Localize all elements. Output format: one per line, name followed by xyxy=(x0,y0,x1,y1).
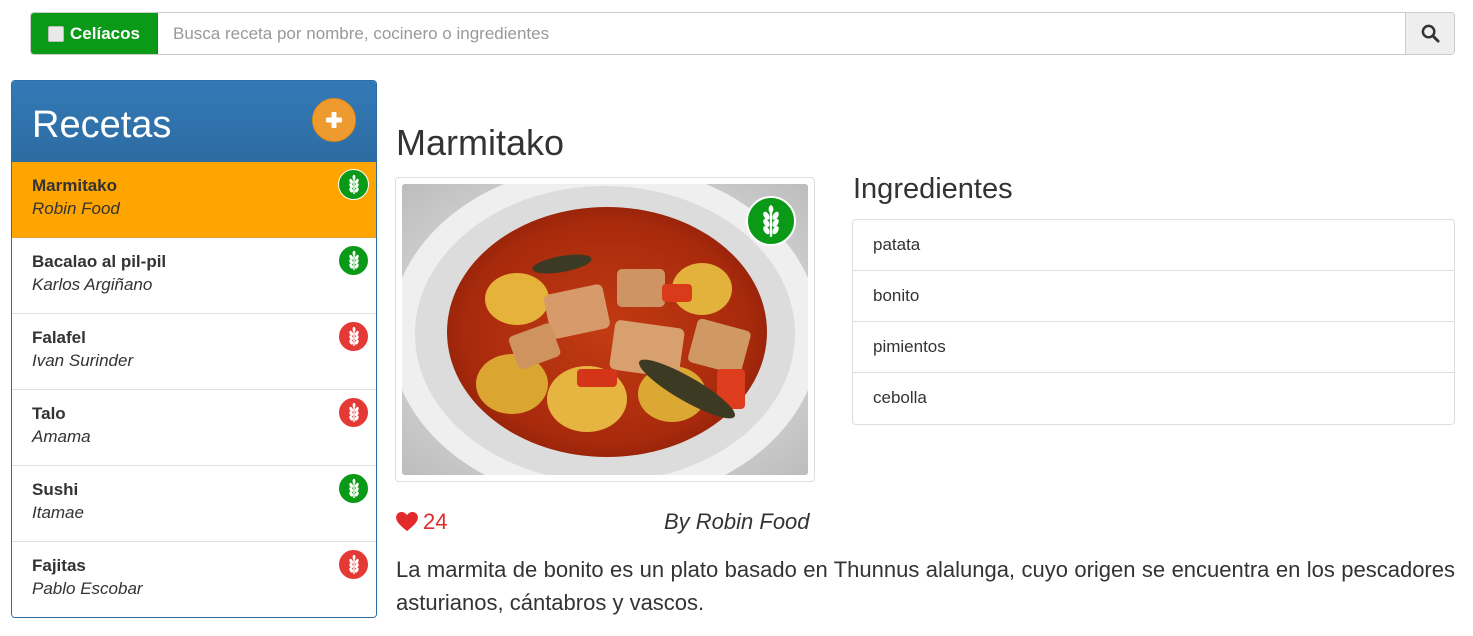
wheat-icon xyxy=(348,478,359,499)
ingredient-item: pimientos xyxy=(853,322,1454,373)
recipe-item-2[interactable]: Falafel Ivan Surinder xyxy=(12,314,376,390)
recipe-item-author: Robin Food xyxy=(32,199,120,218)
celiac-filter-label: Celíacos xyxy=(70,23,140,43)
wheat-icon xyxy=(763,205,779,237)
recipe-item-5[interactable]: Fajitas Pablo Escobar xyxy=(12,542,376,617)
recipe-item-name: Falafel xyxy=(32,328,86,347)
recipe-item-0[interactable]: Marmitako Robin Food xyxy=(12,162,376,238)
search-bar: Celíacos xyxy=(30,12,1455,55)
recipe-item-author: Ivan Surinder xyxy=(32,351,134,370)
gluten-free-badge xyxy=(338,473,369,504)
wheat-icon xyxy=(348,250,359,271)
plus-icon xyxy=(326,112,342,128)
contains-gluten-badge xyxy=(338,549,369,580)
celiac-filter-toggle[interactable]: Celíacos xyxy=(31,13,158,54)
recipe-item-author: Itamae xyxy=(32,503,84,522)
like-button[interactable]: 24 xyxy=(396,509,447,535)
recipe-description: La marmita de bonito es un plato basado … xyxy=(396,557,1455,615)
wheat-icon xyxy=(348,402,359,423)
wheat-icon xyxy=(348,326,359,347)
search-icon xyxy=(1421,24,1440,43)
recipes-panel-title: Recetas xyxy=(32,103,172,146)
recipe-item-name: Sushi xyxy=(32,480,79,499)
recipe-item-name: Fajitas xyxy=(32,556,86,575)
recipe-item-author: Karlos Argiñano xyxy=(32,275,153,294)
recipe-title: Marmitako xyxy=(396,122,565,163)
gluten-free-badge xyxy=(338,169,369,200)
recipe-item-name: Talo xyxy=(32,404,66,423)
recipe-item-name: Bacalao al pil-pil xyxy=(32,252,167,271)
gluten-free-badge-large xyxy=(746,196,796,246)
recipe-photo-frame xyxy=(395,177,815,482)
ingredients-title: Ingredientes xyxy=(853,173,1013,205)
ingredients-list: patata bonito pimientos cebolla xyxy=(852,219,1455,425)
heart-icon xyxy=(396,512,418,532)
ingredient-item: bonito xyxy=(853,271,1454,322)
add-recipe-button[interactable] xyxy=(312,98,356,142)
recipe-item-3[interactable]: Talo Amama xyxy=(12,390,376,466)
recipe-item-name: Marmitako xyxy=(32,176,118,195)
search-button[interactable] xyxy=(1405,13,1454,54)
contains-gluten-badge xyxy=(338,321,369,352)
gluten-free-badge xyxy=(338,245,369,276)
contains-gluten-badge xyxy=(338,397,369,428)
recipe-list: Marmitako Robin Food Bacalao al pil-pil Kar… xyxy=(12,162,376,617)
recipe-item-1[interactable]: Bacalao al pil-pil Karlos Argiñano xyxy=(12,238,376,314)
recipe-photo xyxy=(402,184,808,475)
wheat-icon xyxy=(348,174,359,195)
recipe-item-author: Amama xyxy=(32,427,91,446)
wheat-icon xyxy=(348,554,359,575)
recipe-byline: By Robin Food xyxy=(664,509,810,534)
recipe-item-author: Pablo Escobar xyxy=(32,579,143,598)
recipes-panel-header: Recetas xyxy=(12,81,376,162)
recipes-panel: Recetas Marmitako Robin Food Bacalao al pi… xyxy=(11,80,377,618)
search-input[interactable] xyxy=(158,13,1405,54)
recipe-item-4[interactable]: Sushi Itamae xyxy=(12,466,376,542)
celiac-checkbox[interactable] xyxy=(48,25,65,42)
ingredient-item: patata xyxy=(853,220,1454,271)
ingredient-item: cebolla xyxy=(873,388,927,407)
like-count: 24 xyxy=(423,509,448,534)
